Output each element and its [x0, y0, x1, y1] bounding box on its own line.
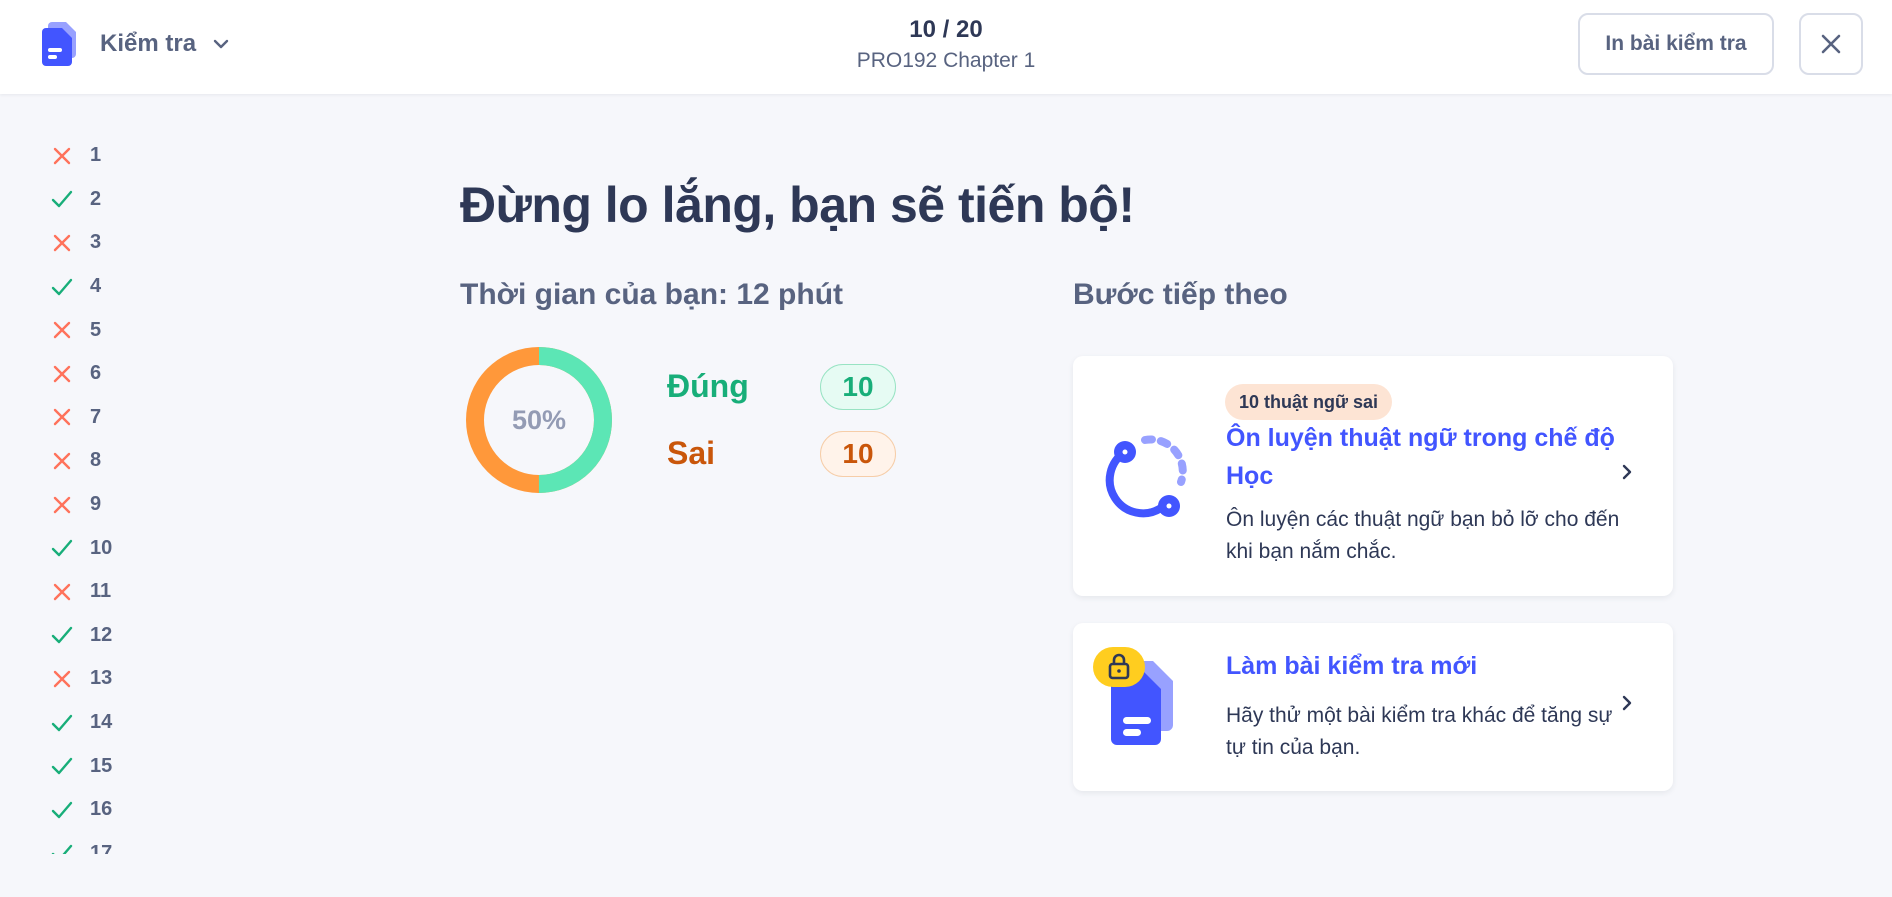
check-icon	[51, 757, 73, 775]
missed-terms-badge: 10 thuật ngữ sai	[1225, 384, 1393, 420]
question-number: 11	[90, 580, 112, 603]
x-icon	[53, 234, 71, 252]
x-icon	[53, 670, 71, 688]
question-number: 9	[90, 493, 102, 516]
question-item[interactable]: 13	[50, 657, 170, 701]
check-icon	[51, 539, 73, 557]
question-item[interactable]: 7	[50, 396, 170, 440]
x-icon	[53, 496, 71, 513]
question-number: 16	[90, 798, 113, 821]
question-item[interactable]: 9	[50, 483, 170, 527]
time-heading: Thời gian của bạn: 12 phút	[460, 278, 844, 311]
result-title: Đừng lo lắng, bạn sẽ tiến bộ!	[460, 177, 1135, 233]
question-item[interactable]: 10	[50, 526, 170, 570]
question-number: 5	[90, 318, 102, 341]
wrong-count-badge: 10	[820, 431, 896, 477]
question-number: 17	[90, 841, 113, 854]
correct-label: Đúng	[667, 368, 749, 404]
close-button[interactable]	[1799, 13, 1863, 75]
close-icon	[1821, 34, 1841, 54]
check-icon	[51, 801, 73, 818]
question-item[interactable]: 12	[50, 614, 170, 658]
learn-card-title: Ôn luyện thuật ngữ trong chế độ Học	[1226, 424, 1615, 490]
question-item[interactable]: 16	[50, 788, 170, 832]
question-number: 2	[90, 187, 102, 210]
question-number: 1	[90, 144, 102, 167]
question-list: 1 2 3 4 5 6 7 8 9 10 11 12 13 14 15 16 17	[50, 134, 170, 854]
score-percent: 50%	[511, 404, 567, 435]
wrong-label: Sai	[667, 435, 716, 471]
question-item[interactable]: 17	[50, 832, 170, 854]
new-test-card-title: Làm bài kiểm tra mới	[1226, 652, 1478, 680]
question-item[interactable]: 8	[50, 439, 170, 483]
chevron-right-icon	[1622, 695, 1632, 711]
question-number: 13	[90, 667, 113, 690]
check-icon	[51, 714, 73, 731]
chevron-down-icon	[213, 39, 229, 49]
question-item[interactable]: 5	[50, 308, 170, 352]
chevron-right-icon	[1622, 464, 1632, 480]
print-test-button[interactable]: In bài kiểm tra	[1578, 13, 1774, 75]
correct-count-badge: 10	[820, 364, 896, 410]
check-icon	[51, 191, 73, 208]
new-test-card[interactable]: Làm bài kiểm tra mới Hãy thử một bài kiể…	[1073, 623, 1673, 791]
next-steps-heading: Bước tiếp theo	[1073, 278, 1288, 311]
question-number: 4	[90, 275, 102, 298]
question-item[interactable]: 15	[50, 744, 170, 788]
question-item[interactable]: 1	[50, 134, 170, 178]
top-bar: Kiểm tra 10 / 20 PRO192 Chapter 1 In bài…	[0, 0, 1892, 94]
x-icon	[53, 147, 71, 164]
question-number: 14	[90, 711, 113, 734]
x-icon	[53, 409, 71, 426]
test-mode-icon	[42, 20, 82, 68]
x-icon	[53, 583, 71, 600]
question-item[interactable]: 6	[50, 352, 170, 396]
x-icon	[53, 452, 71, 470]
check-icon	[51, 627, 73, 644]
new-test-card-description: Hãy thử một bài kiểm tra khác để tăng sự…	[1226, 704, 1613, 759]
x-icon	[53, 365, 71, 382]
question-item[interactable]: 14	[50, 701, 170, 745]
mode-label: Kiểm tra	[100, 30, 197, 57]
question-number: 6	[90, 362, 102, 385]
question-number: 7	[90, 405, 102, 428]
learn-mode-icon	[1105, 435, 1187, 518]
question-number: 12	[90, 623, 113, 646]
learn-mode-card[interactable]: 10 thuật ngữ sai Ôn luyện thuật ngữ tron…	[1073, 356, 1673, 596]
question-number: 8	[90, 449, 102, 472]
check-icon	[51, 278, 73, 295]
question-number: 3	[90, 231, 102, 254]
question-number: 10	[90, 536, 113, 559]
learn-card-description: Ôn luyện các thuật ngữ bạn bỏ lỡ cho đến…	[1226, 508, 1620, 563]
question-item[interactable]: 2	[50, 178, 170, 222]
new-test-icon	[1093, 647, 1173, 745]
x-icon	[53, 321, 71, 339]
question-number: 15	[90, 754, 113, 777]
question-item[interactable]: 4	[50, 265, 170, 309]
mode-switcher[interactable]: Kiểm tra	[42, 20, 232, 68]
question-item[interactable]: 11	[50, 570, 170, 614]
question-item[interactable]: 3	[50, 221, 170, 265]
check-icon	[51, 845, 73, 854]
